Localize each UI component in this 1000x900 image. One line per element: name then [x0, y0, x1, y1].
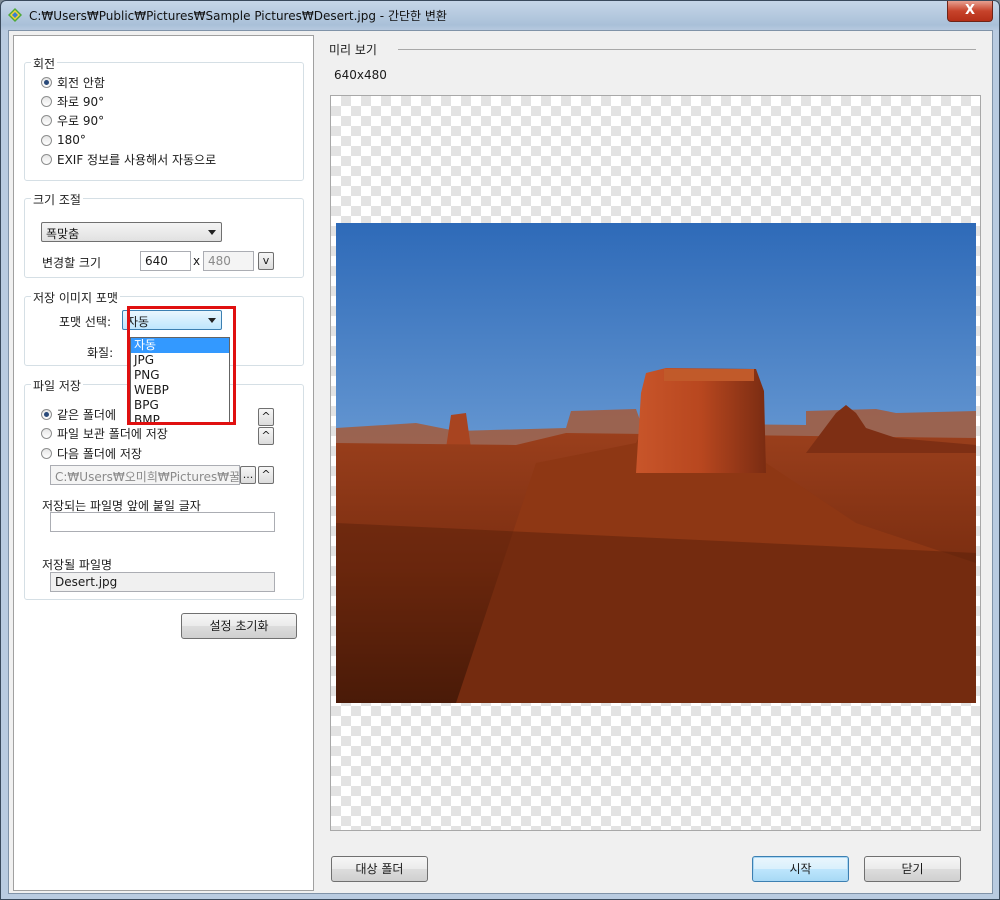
save-group-title: 파일 저장	[31, 377, 83, 394]
radio-icon[interactable]	[41, 427, 52, 439]
resize-separator: x	[193, 254, 201, 268]
rotation-option-exif[interactable]: EXIF 정보를 사용해서 자동으로	[41, 151, 216, 167]
radio-icon[interactable]	[41, 95, 52, 107]
radio-icon[interactable]	[41, 153, 52, 165]
output-filename-field: Desert.jpg	[50, 572, 275, 592]
preview-canvas	[330, 95, 981, 831]
chevron-down-icon	[208, 318, 216, 323]
desert-preview-image	[336, 223, 976, 703]
app-icon	[8, 8, 22, 22]
save-option-custom-folder[interactable]: 다음 폴더에 저장	[41, 445, 142, 461]
format-select[interactable]: 자동	[122, 310, 222, 330]
radio-icon[interactable]	[41, 134, 52, 146]
resize-size-label: 변경할 크기	[42, 256, 102, 270]
rotation-group: 회전 회전 안함 좌로 90° 우로 90° 180° EXIF 정보를 사용해…	[24, 55, 304, 181]
title-bar[interactable]: C:₩Users₩Public₩Pictures₩Sample Pictures…	[1, 1, 999, 29]
rotation-option-180[interactable]: 180°	[41, 132, 86, 148]
preview-divider	[398, 49, 976, 50]
resize-height-input[interactable]: 480	[203, 251, 254, 271]
radio-icon[interactable]	[41, 447, 52, 459]
resize-width-input[interactable]: 640	[140, 251, 191, 271]
format-dropdown-list[interactable]: 자동 JPG PNG WEBP BPG BMP	[130, 337, 230, 427]
close-button[interactable]: 닫기	[864, 856, 961, 882]
save-option-1-up-button[interactable]: ^	[258, 408, 274, 426]
preview-label: 미리 보기	[329, 43, 377, 57]
resize-group: 크기 조절 폭맞춤 변경할 크기 640 x 480 v	[24, 191, 304, 278]
rotation-option-left-90[interactable]: 좌로 90°	[41, 93, 104, 109]
radio-icon[interactable]	[41, 76, 52, 88]
reset-settings-button[interactable]: 설정 초기화	[181, 613, 297, 639]
target-folder-button[interactable]: 대상 폴더	[331, 856, 428, 882]
close-window-button[interactable]: X	[947, 1, 993, 22]
format-option-jpg[interactable]: JPG	[131, 353, 229, 368]
save-option-2-up-button[interactable]: ^	[258, 427, 274, 445]
browse-folder-button[interactable]: ...	[240, 466, 256, 484]
format-option-auto[interactable]: 자동	[131, 338, 229, 353]
filename-prefix-input[interactable]	[50, 512, 275, 532]
app-window: C:₩Users₩Public₩Pictures₩Sample Pictures…	[0, 0, 1000, 900]
preview-size-text: 640x480	[334, 68, 387, 82]
chevron-down-icon	[208, 230, 216, 235]
format-select-label: 포맷 선택:	[59, 315, 112, 329]
radio-icon[interactable]	[41, 408, 52, 420]
radio-icon[interactable]	[41, 114, 52, 126]
save-option-3-up-button[interactable]: ^	[258, 466, 274, 484]
format-option-bpg[interactable]: BPG	[131, 398, 229, 413]
rotation-group-title: 회전	[31, 55, 58, 72]
rotation-option-none[interactable]: 회전 안함	[41, 74, 105, 90]
output-filename-label: 저장될 파일명	[42, 558, 113, 572]
resize-group-title: 크기 조절	[31, 191, 83, 208]
format-group-title: 저장 이미지 포맷	[31, 289, 120, 306]
format-option-bmp[interactable]: BMP	[131, 413, 229, 428]
client-area: 회전 회전 안함 좌로 90° 우로 90° 180° EXIF 정보를 사용해…	[8, 30, 993, 894]
aspect-toggle-button[interactable]: v	[258, 252, 274, 270]
resize-mode-select[interactable]: 폭맞춤	[41, 222, 222, 242]
window-title: C:₩Users₩Public₩Pictures₩Sample Pictures…	[29, 9, 447, 23]
save-option-same-folder[interactable]: 같은 폴더에	[41, 406, 116, 422]
save-folder-path-input[interactable]: C:₩Users₩오미희₩Pictures₩꿀뷰	[50, 465, 240, 485]
format-option-webp[interactable]: WEBP	[131, 383, 229, 398]
rotation-option-right-90[interactable]: 우로 90°	[41, 112, 104, 128]
format-option-png[interactable]: PNG	[131, 368, 229, 383]
quality-label: 화질:	[87, 346, 114, 360]
start-button[interactable]: 시작	[752, 856, 849, 882]
settings-panel: 회전 회전 안함 좌로 90° 우로 90° 180° EXIF 정보를 사용해…	[13, 35, 314, 891]
